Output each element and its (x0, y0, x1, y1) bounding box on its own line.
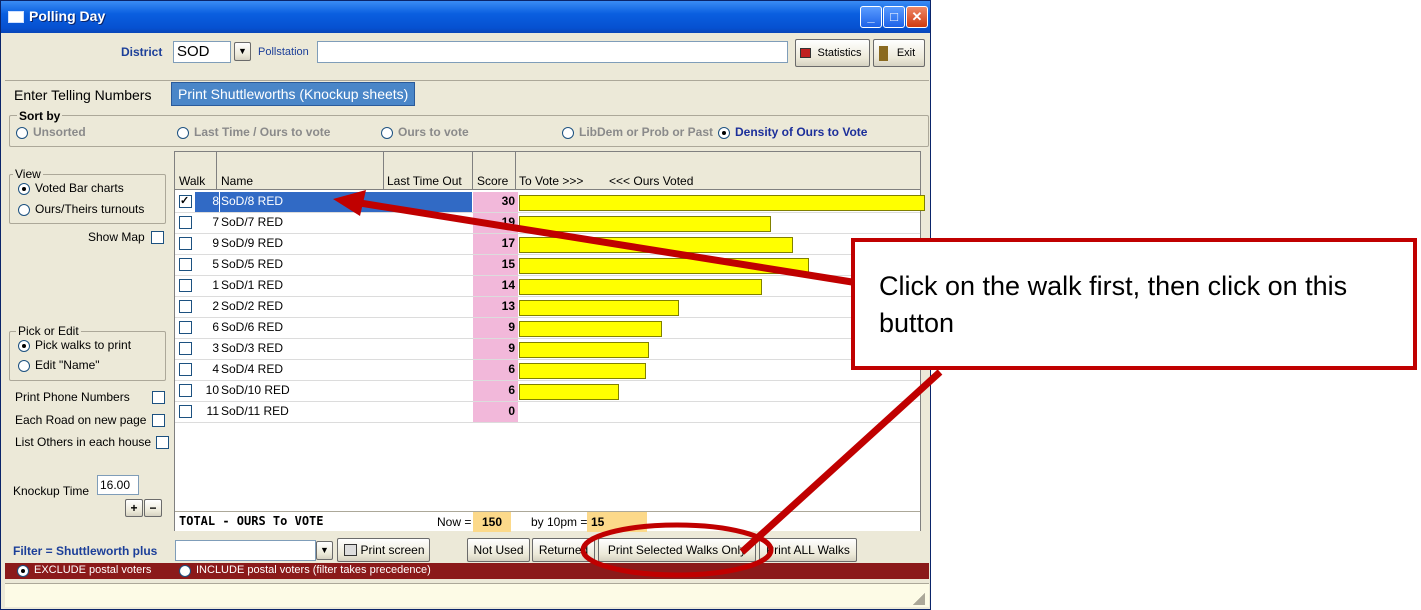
annotation-callout: Click on the walk first, then click on t… (851, 238, 1417, 370)
arrow-head (333, 190, 366, 216)
arrow-line (359, 199, 853, 286)
callout-text: Click on the walk first, then click on t… (879, 271, 1348, 338)
callout-pointer-line (739, 369, 943, 555)
